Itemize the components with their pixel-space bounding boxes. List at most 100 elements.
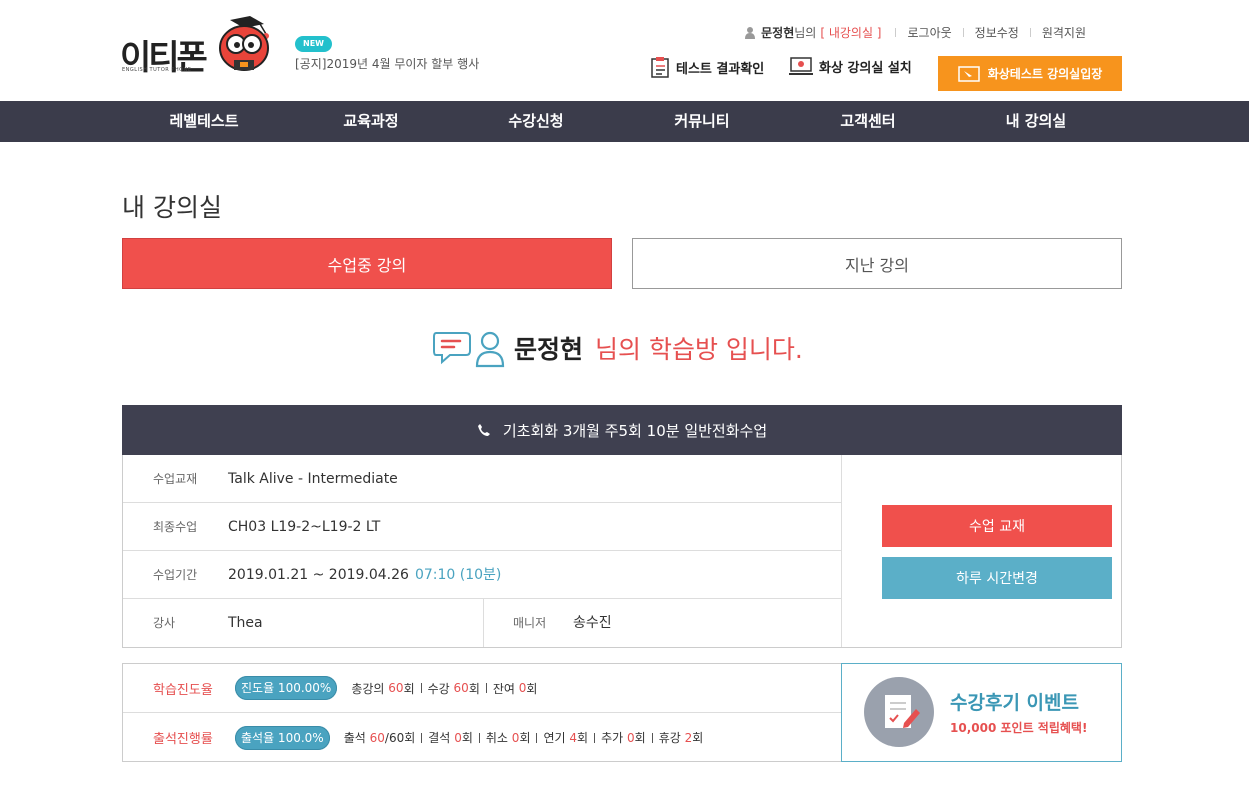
notice-link[interactable]: [공지]2019년 4월 무이자 할부 행사 [295,55,479,72]
study-progress-row: 학습진도율 진도율 100.00% 총강의 60 회 수강 60 회 잔여 0회 [123,664,842,713]
stat-unit: 회 [468,681,480,696]
attendance-badge: 출석율 100.0% [235,725,330,750]
info-row: 최종수업 CH03 L19-2~L19-2 LT [123,503,842,551]
tab-past-classes[interactable]: 지난 강의 [632,238,1122,289]
course-info-table: 수업교재 Talk Alive - Intermediate 최종수업 CH03… [122,455,1122,648]
remote-support-link[interactable]: 원격지원 [1042,24,1086,41]
info-label: 최종수업 [153,520,198,534]
stat-unit: 회 [526,681,538,696]
stat-total: 60 [388,681,404,695]
teacher-label: 강사 [153,616,176,630]
event-subtitle: 10,000 포인트 적립혜택! [950,721,1088,735]
teacher-name: Thea [228,615,263,631]
info-row: 수업교재 Talk Alive - Intermediate [123,455,842,503]
user-name: 문정현 [761,26,795,40]
nav-my-classroom[interactable]: 내 강의실 [1006,101,1066,142]
info-value: Talk Alive - Intermediate [228,471,398,487]
stat-rest: 2 [684,730,693,745]
divider [895,28,897,37]
study-progress-label: 학습진도율 [153,682,213,698]
info-value-period: 2019.01.21 ~ 2019.04.26 07:10 (10분) [228,551,501,599]
greeting: 문정현 님의 학습방 입니다. [432,328,803,368]
user-icon [745,26,756,39]
clipboard-icon [651,57,669,78]
stat-unit: 회 [519,731,531,745]
divider [594,732,596,743]
manager-name: 송수진 [573,615,612,631]
review-event-banner[interactable]: 수강후기 이벤트 10,000 포인트 적립혜택! [841,663,1122,762]
stat-taken: 60 [453,681,469,695]
nav-community[interactable]: 커뮤니티 [674,101,729,142]
install-label: 화상 강의실 설치 [819,60,912,76]
info-label: 수업교재 [153,472,198,486]
nav-enrollment[interactable]: 수강신청 [508,101,563,142]
info-row: 강사 Thea 매니저 송수진 [123,599,842,647]
attendance-stats: 출석 60/60회 결석 0회 취소 0회 연기 4회 추가 0회 휴강 2회 [344,729,704,746]
attendance-row: 출석진행률 출석율 100.0% 출석 60/60회 결석 0회 취소 0회 연… [123,713,842,762]
textbook-button[interactable]: 수업 교재 [882,505,1112,547]
info-label: 수업기간 [153,568,198,582]
install-link[interactable]: 화상 강의실 설치 [789,56,912,76]
info-value: CH03 L19-2~L19-2 LT [228,519,381,535]
study-stats: 총강의 60 회 수강 60 회 잔여 0회 [351,680,537,697]
test-result-label: 테스트 결과확인 [676,61,765,77]
my-room-link[interactable]: [ 내강의실 ] [820,24,881,41]
test-result-link[interactable]: 테스트 결과확인 [650,56,764,78]
logo-subtext: ENGLISH TUTOR PHONE [122,67,192,73]
divider [536,732,538,743]
new-badge: NEW [295,36,332,52]
phone-icon [477,424,490,436]
stat-unit: 회 [461,731,473,745]
divider [483,599,484,647]
stat-delay: 4 [569,730,578,745]
edit-info-link[interactable]: 정보수정 [975,24,1019,41]
nav-level-test[interactable]: 레벨테스트 [169,101,238,142]
video-test-button[interactable]: 화상테스트 강의실입장 [938,56,1122,91]
tab-current-classes[interactable]: 수업중 강의 [122,238,612,289]
stat-label: 결석 [428,731,451,745]
course-title: 기초회화 3개월 주5회 10분 일반전화수업 [502,421,768,440]
stat-unit: 회 [634,731,646,745]
stat-cancel: 0 [511,730,520,745]
nav-customer-center[interactable]: 고객센터 [840,101,895,142]
logout-link[interactable]: 로그아웃 [907,24,951,41]
divider [420,683,422,693]
study-progress-badge: 진도율 100.00% [235,676,338,700]
divider [651,732,653,743]
stat-label: 출석 [343,731,366,745]
monitor-icon [789,57,813,75]
chat-bubble-icon [433,332,471,365]
stat-label: 연기 [543,731,566,745]
stat-unit: 회 [403,681,415,696]
greeting-text: 님의 학습방 입니다. [595,335,803,364]
stat-remain: 0 [518,681,527,695]
divider [1029,28,1031,37]
divider [962,28,964,37]
greeting-name: 문정현 [514,335,584,364]
event-icon-circle [864,677,934,747]
stat-unit: 회 [577,731,589,745]
video-screen-icon [957,65,980,82]
divider [478,732,480,743]
info-row: 수업기간 2019.01.21 ~ 2019.04.26 07:10 (10분) [123,551,842,599]
divider [421,732,423,743]
document-pen-icon [885,695,920,728]
attendance-label: 출석진행률 [153,732,213,747]
main-nav: 레벨테스트 교육과정 수강신청 커뮤니티 고객센터 내 강의실 [0,101,1249,142]
stat-label: 취소 [485,731,508,745]
page: 이티폰 ENGLISH TUTOR PHONE NEW [공지]2019년 4월… [0,0,1249,788]
change-time-button[interactable]: 하루 시간변경 [882,557,1112,599]
event-title: 수강후기 이벤트 [950,692,1079,714]
manager-label: 매니저 [513,616,547,630]
nav-curriculum[interactable]: 교육과정 [343,101,398,142]
stat-label: 휴강 [658,731,681,745]
stat-unit: 회 [692,731,704,745]
utility-bar: 문정현 님의 [ 내강의실 ] 로그아웃 정보수정 원격지원 [745,24,1086,41]
user-suffix: 님의 [794,26,817,40]
course-info-rows: 수업교재 Talk Alive - Intermediate 최종수업 CH03… [123,455,842,647]
stat-label: 총강의 [351,681,385,696]
stat-label: 추가 [601,731,624,745]
stat-label: 수강 [427,681,450,696]
site-logo[interactable]: 이티폰 ENGLISH TUTOR PHONE [120,16,272,78]
course-title-bar: 기초회화 3개월 주5회 10분 일반전화수업 [122,405,1122,455]
